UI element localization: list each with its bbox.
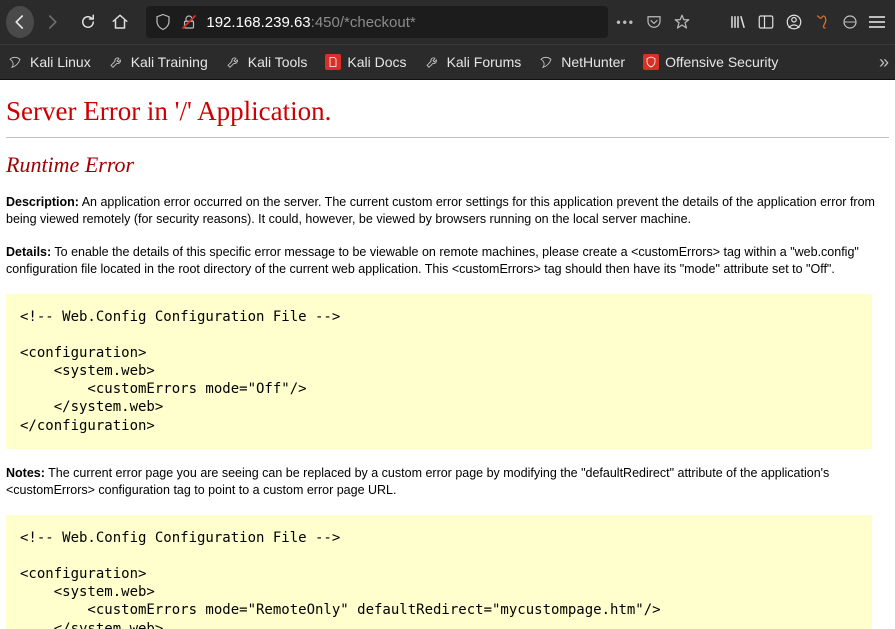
docs-icon [325, 54, 341, 70]
page-actions-icon[interactable]: ••• [616, 15, 635, 29]
bookmark-star-icon[interactable] [673, 13, 691, 31]
bookmark-nethunter[interactable]: NetHunter [539, 54, 625, 70]
app-menu-button[interactable] [869, 16, 885, 28]
dragon-icon [8, 54, 24, 70]
extension-icon-2[interactable] [841, 13, 859, 31]
bookmark-label: NetHunter [561, 54, 625, 70]
bookmark-label: Kali Docs [347, 54, 406, 70]
insecure-lock-icon [180, 13, 198, 31]
tracking-shield-icon [154, 13, 172, 31]
wrench-icon [109, 54, 125, 70]
bookmark-label: Offensive Security [665, 54, 778, 70]
url-bar[interactable]: 192.168.239.63:450/*checkout* [146, 6, 608, 38]
home-icon [111, 13, 129, 31]
config-example-1: <!-- Web.Config Configuration File --> <… [6, 294, 872, 449]
bookmark-kali-docs[interactable]: Kali Docs [325, 54, 406, 70]
extension-icon-1[interactable] [813, 13, 831, 31]
code-text: <!-- Web.Config Configuration File --> <… [6, 294, 872, 449]
notes-paragraph: Notes: The current error page you are se… [6, 465, 889, 499]
bookmark-kali-linux[interactable]: Kali Linux [8, 54, 91, 70]
pocket-icon[interactable] [645, 13, 663, 31]
config-example-2: <!-- Web.Config Configuration File --> <… [6, 515, 872, 629]
bookmark-label: Kali Linux [30, 54, 91, 70]
description-paragraph: Description: An application error occurr… [6, 194, 889, 228]
bookmark-label: Kali Training [131, 54, 208, 70]
error-subtitle: Runtime Error [6, 152, 889, 178]
bookmark-offensive-security[interactable]: Offensive Security [643, 54, 778, 70]
dragon-icon [539, 54, 555, 70]
toolbar-right-icons: ••• [616, 13, 885, 31]
back-button[interactable] [6, 6, 34, 38]
account-icon[interactable] [785, 13, 803, 31]
arrow-left-icon [11, 13, 29, 31]
notes-label: Notes: [6, 466, 45, 480]
forward-button[interactable] [38, 6, 66, 38]
sidebar-icon[interactable] [757, 13, 775, 31]
wrench-icon [425, 54, 441, 70]
bookmark-kali-tools[interactable]: Kali Tools [226, 54, 308, 70]
divider [6, 137, 889, 138]
reload-button[interactable] [74, 6, 102, 38]
page-title: Server Error in '/' Application. [6, 96, 889, 127]
description-text: An application error occurred on the ser… [6, 195, 875, 226]
reload-icon [79, 13, 97, 31]
bookmark-label: Kali Tools [248, 54, 308, 70]
library-icon[interactable] [729, 13, 747, 31]
home-button[interactable] [106, 6, 134, 38]
wrench-icon [226, 54, 242, 70]
offsec-icon [643, 54, 659, 70]
details-text: To enable the details of this specific e… [6, 245, 859, 276]
bookmarks-overflow-button[interactable]: » [879, 52, 887, 73]
url-host: 192.168.239.63 [206, 14, 310, 31]
notes-text: The current error page you are seeing ca… [6, 466, 829, 497]
bookmark-kali-training[interactable]: Kali Training [109, 54, 208, 70]
bookmark-label: Kali Forums [447, 54, 522, 70]
bookmarks-bar: Kali Linux Kali Training Kali Tools Kali… [0, 44, 895, 80]
details-paragraph: Details: To enable the details of this s… [6, 244, 889, 278]
bookmark-kali-forums[interactable]: Kali Forums [425, 54, 522, 70]
details-label: Details: [6, 245, 51, 259]
code-text: <!-- Web.Config Configuration File --> <… [6, 515, 872, 629]
page-content: Server Error in '/' Application. Runtime… [0, 80, 895, 629]
arrow-right-icon [43, 13, 61, 31]
url-path: :450/*checkout* [311, 14, 416, 31]
description-label: Description: [6, 195, 79, 209]
url-text: 192.168.239.63:450/*checkout* [206, 14, 415, 31]
browser-toolbar: 192.168.239.63:450/*checkout* ••• [0, 0, 895, 44]
